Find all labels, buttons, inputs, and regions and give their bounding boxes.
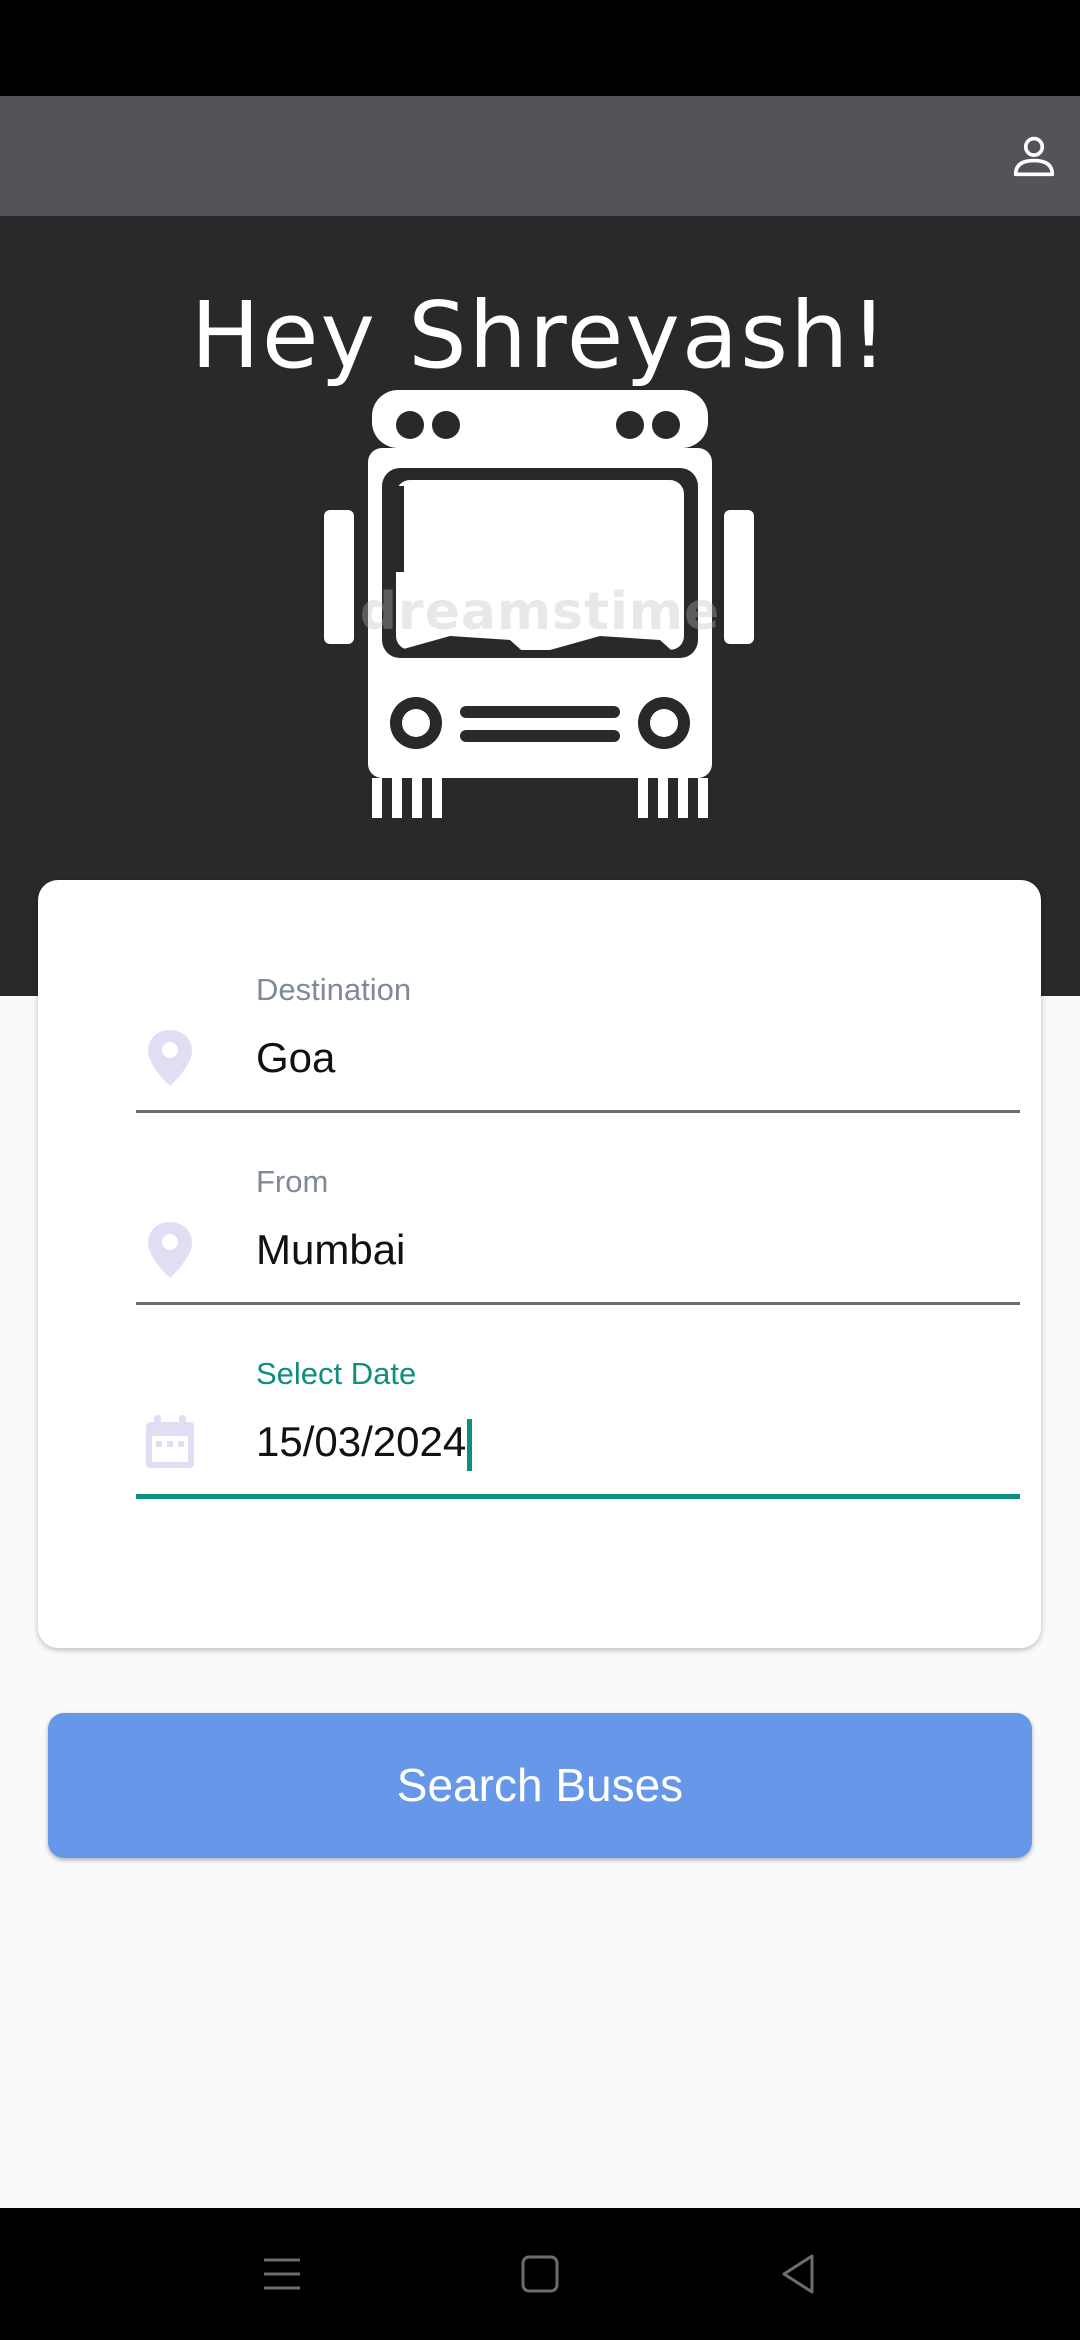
app-bar [0, 96, 1080, 216]
location-pin-icon [140, 1028, 200, 1088]
destination-input[interactable]: Goa [256, 1018, 335, 1098]
destination-field[interactable]: Destination Goa [136, 972, 1020, 1113]
menu-lines-icon [264, 2258, 300, 2290]
from-label: From [256, 1164, 329, 1199]
status-bar [0, 0, 1080, 96]
triangle-back-icon [782, 2254, 814, 2294]
text-cursor [467, 1418, 473, 1471]
date-input[interactable]: 15/03/2024 [256, 1402, 473, 1482]
calendar-icon [140, 1412, 200, 1472]
app-screen: Hey Shreyash! dreamstime Destination Goa… [0, 0, 1080, 2340]
recent-apps-button[interactable] [256, 2248, 308, 2300]
search-buses-button[interactable]: Search Buses [48, 1713, 1032, 1858]
destination-label: Destination [256, 972, 412, 1007]
from-input[interactable]: Mumbai [256, 1210, 405, 1290]
from-field[interactable]: From Mumbai [136, 1164, 1020, 1305]
from-underline [136, 1302, 1020, 1305]
back-button[interactable] [772, 2248, 824, 2300]
square-home-icon [521, 2255, 559, 2293]
image-watermark: dreamstime [359, 582, 721, 642]
greeting-title: Hey Shreyash! [190, 282, 890, 389]
date-value: 15/03/2024 [256, 1418, 467, 1465]
destination-underline [136, 1110, 1020, 1113]
date-underline [136, 1494, 1020, 1499]
home-button[interactable] [514, 2248, 566, 2300]
date-label: Select Date [256, 1356, 417, 1391]
search-form-card: Destination Goa From Mumbai Select Date … [38, 880, 1041, 1648]
location-pin-icon [140, 1220, 200, 1280]
profile-button[interactable] [1012, 134, 1056, 178]
date-field[interactable]: Select Date 15/03/2024 [136, 1356, 1020, 1499]
person-outline-icon [1013, 136, 1055, 177]
